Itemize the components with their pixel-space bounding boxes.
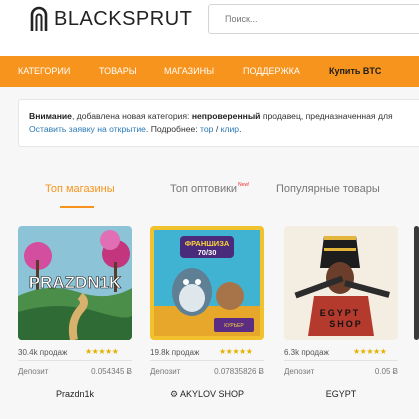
akylov-image: ФРАНШИЗА 70/30 КУРЬЕР [150, 226, 264, 340]
nav-buy-btc[interactable]: Купить BTC [329, 66, 381, 76]
deposit-value: 0.05 Ƀ [374, 367, 398, 376]
tab-top-wholesalers[interactable]: Топ оптовикиNew! [170, 182, 250, 195]
tab-popular[interactable]: Популярные товары [276, 183, 380, 195]
partial-image [414, 226, 419, 340]
image-caption-2: SHOP [329, 319, 363, 329]
shop-card-image[interactable]: EGYPT SHOP [284, 226, 398, 340]
deposit-value: 0.054345 Ƀ [91, 367, 132, 376]
notice-line-2: Оставить заявку на открытие. Подробнее: … [29, 123, 419, 136]
nav-shops[interactable]: МАГАЗИНЫ [164, 66, 214, 76]
new-badge: New! [238, 182, 250, 188]
shop-name[interactable]: Prazdn1k [18, 389, 132, 399]
shop-name-label: AKYLOV SHOP [180, 389, 245, 399]
tor-link[interactable]: тор [200, 124, 213, 134]
tab-top-wholesalers-label: Топ оптовики [170, 183, 238, 195]
clear-link[interactable]: клир [221, 124, 239, 134]
nav-support[interactable]: ПОДДЕРЖКА [243, 66, 300, 76]
logo-text: BLACKSPRUT [54, 7, 193, 30]
shop-name[interactable]: EGYPT [284, 389, 398, 399]
notice-category: непроверенный [191, 111, 261, 121]
image-caption: PRAZDN1K [29, 273, 122, 292]
rating-stars: ★★★★★ [85, 347, 119, 356]
nav-categories[interactable]: КАТЕГОРИИ [18, 66, 70, 76]
tab-top-shops[interactable]: Топ магазины [45, 183, 115, 195]
sales-count: 30.4k продаж [18, 348, 68, 357]
notice-text: , добавлена новая категория: [71, 111, 192, 121]
sales-count: 6.3k продаж [284, 348, 329, 357]
shop-card-image[interactable]: PRAZDN1K [18, 226, 132, 340]
main-nav: КАТЕГОРИИ ТОВАРЫ МАГАЗИНЫ ПОДДЕРЖКА Купи… [0, 56, 419, 87]
deposit-label: Депозит [18, 367, 49, 376]
header: BLACKSPRUT [0, 0, 419, 56]
search-input[interactable] [208, 4, 419, 34]
nav-goods[interactable]: ТОВАРЫ [99, 66, 137, 76]
rating-stars: ★★★★★ [353, 347, 387, 356]
logo-icon [30, 6, 48, 32]
rating-stars: ★★★★★ [219, 347, 253, 356]
tab-active-indicator [60, 206, 94, 208]
logo[interactable]: BLACKSPRUT [30, 4, 192, 34]
deposit-value: 0.07835826 Ƀ [214, 367, 264, 376]
notice-label: Внимание [29, 111, 72, 121]
egypt-image: EGYPT SHOP [284, 226, 398, 340]
image-caption-2: 70/30 [198, 248, 217, 257]
divider [18, 360, 132, 361]
divider [284, 360, 398, 361]
notice-text-3: . Подробнее: [145, 124, 201, 134]
notice-line-1: Внимание, добавлена новая категория: неп… [29, 110, 419, 123]
sales-count: 19.8k продаж [150, 348, 200, 357]
shop-card-image-partial[interactable] [414, 226, 419, 340]
verified-icon: ⚙ [169, 389, 179, 399]
tabs: Топ магазины Топ оптовикиNew! Популярные… [0, 182, 419, 213]
shop-name[interactable]: ⚙ AKYLOV SHOP [150, 389, 264, 400]
image-caption: EGYPT [320, 308, 361, 318]
image-badge-text: КУРЬЕР [224, 323, 244, 329]
deposit-label: Депозит [284, 367, 315, 376]
shop-card-image[interactable]: ФРАНШИЗА 70/30 КУРЬЕР [150, 226, 264, 340]
deposit-label: Депозит [150, 367, 181, 376]
prazdn1k-image: PRAZDN1K [18, 226, 132, 340]
notice-text-2: продавец, предназначенная для [260, 111, 393, 121]
notice-dot: . [239, 124, 242, 134]
divider [150, 360, 264, 361]
notice-slash: / [213, 124, 221, 134]
notice-banner: Внимание, добавлена новая категория: неп… [18, 99, 419, 147]
image-caption: ФРАНШИЗА [185, 239, 230, 248]
apply-link[interactable]: Оставить заявку на открытие [29, 124, 146, 134]
